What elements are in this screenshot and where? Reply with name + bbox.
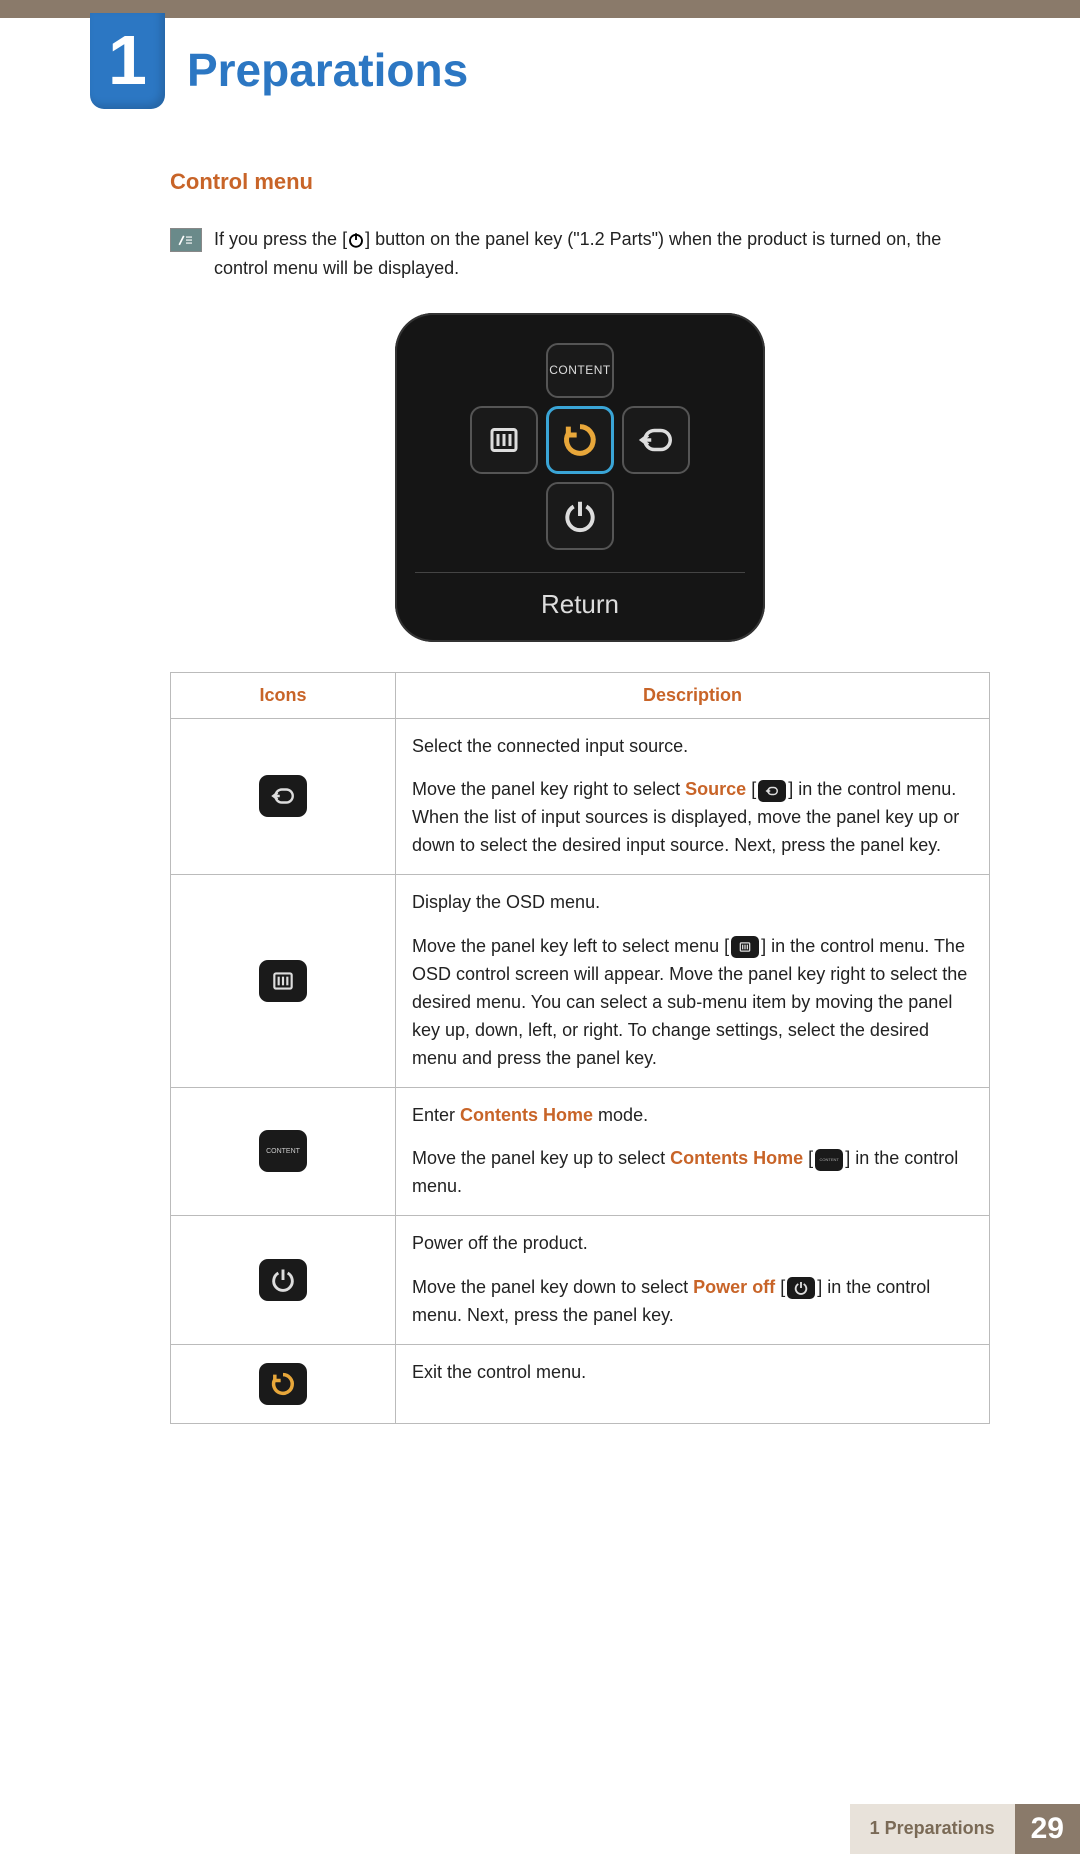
chapter-title: Preparations (187, 43, 468, 97)
power-icon (347, 231, 365, 249)
device-menu-button[interactable] (470, 406, 538, 474)
content-desc-2: Move the panel key up to select Contents… (412, 1145, 973, 1201)
footer-chapter-label: 1 Preparations (850, 1804, 1015, 1854)
menu-icon (259, 960, 307, 1002)
menu-icon (731, 936, 759, 958)
device-content-button[interactable]: CONTENT (546, 343, 614, 398)
table-header-icons: Icons (171, 672, 396, 718)
table-header-description: Description (396, 672, 990, 718)
power-desc-2: Move the panel key down to select Power … (412, 1274, 973, 1330)
footer-page-number: 29 (1015, 1804, 1080, 1854)
note-text-pre: If you press the [ (214, 229, 347, 249)
table-row: Power off the product. Move the panel ke… (171, 1216, 990, 1345)
source-icon (758, 780, 786, 802)
control-menu-device: CONTENT Return (395, 313, 765, 642)
note-text: If you press the [] button on the panel … (214, 225, 990, 283)
device-source-button[interactable] (622, 406, 690, 474)
page-footer: 1 Preparations 29 (0, 1804, 1080, 1854)
note-icon (170, 228, 202, 252)
table-row: CONTENT Enter Contents Home mode. Move t… (171, 1087, 990, 1216)
return-desc-1: Exit the control menu. (412, 1359, 973, 1387)
icons-table: Icons Description Select the connected i… (170, 672, 990, 1424)
device-power-button[interactable] (546, 482, 614, 550)
table-row: Display the OSD menu. Move the panel key… (171, 875, 990, 1087)
power-off-icon (787, 1277, 815, 1299)
table-row: Select the connected input source. Move … (171, 718, 990, 875)
power-desc-1: Power off the product. (412, 1230, 973, 1258)
menu-desc-2: Move the panel key left to select menu [… (412, 933, 973, 1072)
section-title: Control menu (170, 169, 990, 195)
chapter-header: 1 Preparations (0, 13, 1080, 109)
menu-desc-1: Display the OSD menu. (412, 889, 973, 917)
note: If you press the [] button on the panel … (170, 225, 990, 283)
device-return-button[interactable] (546, 406, 614, 474)
content-desc-1: Enter Contents Home mode. (412, 1102, 973, 1130)
chapter-number-tab: 1 (90, 13, 165, 109)
device-selected-label: Return (415, 589, 745, 620)
source-desc-1: Select the connected input source. (412, 733, 973, 761)
return-icon (259, 1363, 307, 1405)
content-icon: CONTENT (259, 1130, 307, 1172)
source-desc-2: Move the panel key right to select Sourc… (412, 776, 973, 860)
table-row: Exit the control menu. (171, 1344, 990, 1423)
source-icon (259, 775, 307, 817)
power-off-icon (259, 1259, 307, 1301)
content-icon: CONTENT (815, 1149, 843, 1171)
